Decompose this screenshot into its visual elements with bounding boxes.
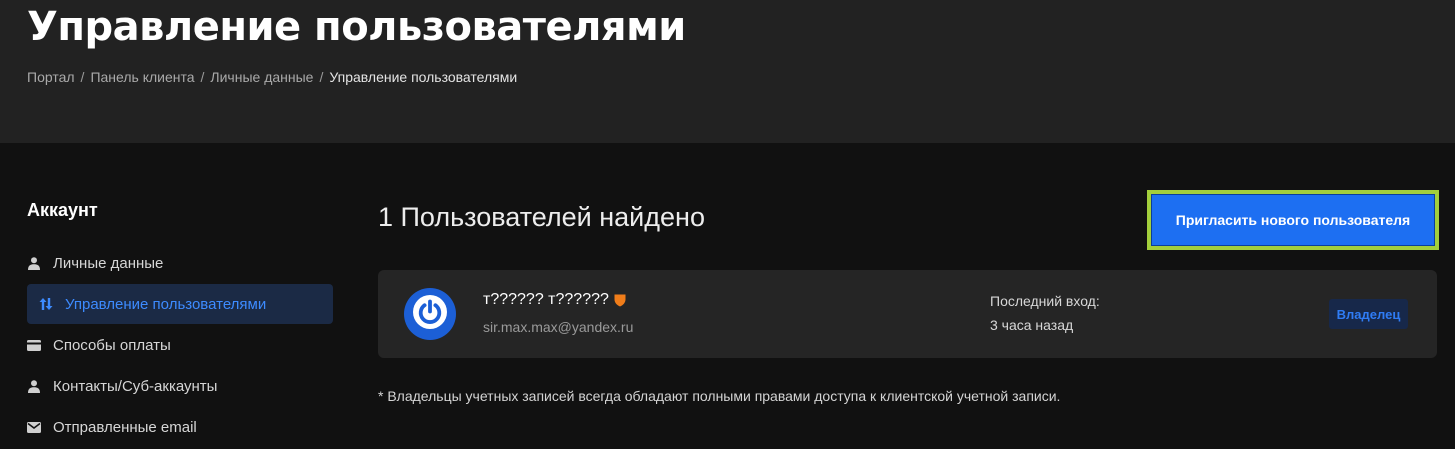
breadcrumb-portal[interactable]: Портал — [27, 69, 75, 85]
envelope-icon — [27, 420, 41, 434]
power-icon — [412, 294, 448, 335]
sidebar-heading: Аккаунт — [27, 200, 98, 220]
sidebar-item-label: Контакты/Суб-аккаунты — [53, 377, 218, 395]
sidebar-item-payment-methods[interactable]: Способы оплаты — [27, 325, 333, 365]
role-badge: Владелец — [1329, 299, 1408, 329]
invite-user-label: Пригласить нового пользователя — [1151, 194, 1435, 246]
user-name-text: т?????? т?????? — [483, 291, 609, 308]
shield-icon — [614, 293, 626, 307]
card-icon — [27, 338, 41, 352]
sidebar: Аккаунт Личные данные Управление пользов… — [27, 195, 333, 448]
breadcrumb-separator: / — [319, 69, 324, 85]
users-count-title: 1 Пользователей найдено — [378, 202, 705, 232]
sort-arrows-icon — [39, 297, 53, 311]
sidebar-item-label: Личные данные — [53, 254, 164, 272]
last-login-label: Последний вход: — [990, 293, 1100, 309]
owners-footnote: * Владельцы учетных записей всегда облад… — [378, 388, 1061, 404]
breadcrumb-client-panel[interactable]: Панель клиента — [90, 69, 194, 85]
page-header: Управление пользователями Портал / Панель … — [0, 0, 1455, 143]
breadcrumb-separator: / — [80, 69, 85, 85]
sidebar-item-label: Управление пользователями — [65, 295, 267, 313]
person-icon — [27, 379, 41, 393]
sidebar-item-label: Отправленные email — [53, 418, 197, 436]
sidebar-item-contacts[interactable]: Контакты/Суб-аккаунты — [27, 366, 333, 406]
invite-user-button[interactable]: Пригласить нового пользователя — [1147, 190, 1439, 250]
page-title: Управление пользователями — [27, 4, 686, 50]
sidebar-nav: Личные данные Управление пользователями … — [27, 243, 333, 447]
sidebar-item-user-management[interactable]: Управление пользователями — [27, 284, 333, 324]
avatar — [404, 288, 456, 340]
user-email: sir.max.max@yandex.ru — [483, 319, 634, 335]
sidebar-item-personal-data[interactable]: Личные данные — [27, 243, 333, 283]
breadcrumb-current: Управление пользователями — [329, 69, 518, 85]
last-login-value: 3 часа назад — [990, 317, 1074, 333]
user-name: т?????? т?????? — [483, 291, 626, 309]
sidebar-item-label: Способы оплаты — [53, 336, 171, 354]
breadcrumb-separator: / — [200, 69, 205, 85]
user-card: т?????? т?????? sir.max.max@yandex.ru По… — [378, 270, 1437, 358]
breadcrumb-personal-data[interactable]: Личные данные — [210, 69, 313, 85]
breadcrumb: Портал / Панель клиента / Личные данные / Упра… — [27, 69, 517, 85]
person-icon — [27, 256, 41, 270]
sidebar-item-sent-emails[interactable]: Отправленные email — [27, 407, 333, 447]
